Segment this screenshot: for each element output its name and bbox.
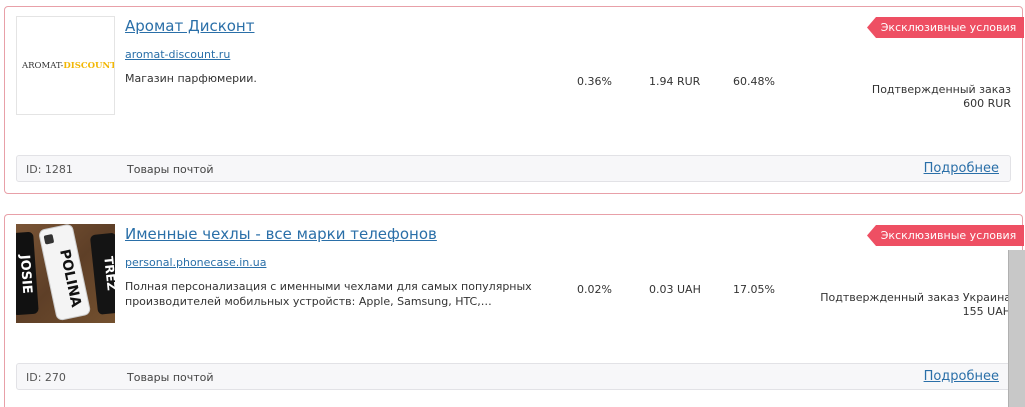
offer-logo[interactable]: AROMAT-DISCOUNT: [16, 16, 115, 115]
epc-value: 1.94 RUR: [649, 75, 701, 88]
offer-card: JOSIE POLINA TREZ Именные чехлы - все ма…: [4, 214, 1024, 407]
offer-footer: ID: 1281 Товары почтой Подробнее: [16, 155, 1011, 182]
approval-rate: 60.48%: [733, 75, 775, 88]
exclusive-badge: Эксклюзивные условия: [867, 225, 1024, 246]
payout-action: Подтвержденный заказ: [871, 83, 1011, 96]
offer-title-link[interactable]: Именные чехлы - все марки телефонов: [125, 225, 437, 243]
payout-amount: 600 RUR: [963, 97, 1011, 110]
offer-category: Товары почтой: [127, 163, 214, 176]
offer-category: Товары почтой: [127, 371, 214, 384]
conversion-rate: 0.02%: [577, 283, 612, 296]
details-link[interactable]: Подробнее: [924, 161, 999, 176]
case-text-left: JOSIE: [17, 253, 35, 294]
offer-card: AROMAT-DISCOUNT Аромат Дисконт aromat-di…: [4, 6, 1024, 194]
epc-value: 0.03 UAH: [649, 283, 701, 296]
payout-action: Подтвержденный заказ Украина: [820, 291, 1011, 304]
offer-description: Магазин парфюмерии.: [125, 72, 257, 85]
payout-info: Подтвержденный заказ Украина 155 UAH: [820, 291, 1011, 319]
payout-amount: 155 UAH: [962, 305, 1011, 318]
offer-title-link[interactable]: Аромат Дисконт: [125, 17, 254, 35]
aromat-discount-logo: AROMAT-DISCOUNT: [17, 17, 114, 114]
offer-id: ID: 270: [26, 371, 66, 384]
offer-description: Полная персонализация с именными чехлами…: [125, 280, 532, 308]
offer-footer: ID: 270 Товары почтой Подробнее: [16, 363, 1011, 390]
exclusive-badge: Эксклюзивные условия: [867, 17, 1024, 38]
offer-domain-link[interactable]: personal.phonecase.in.ua: [125, 256, 266, 269]
details-link[interactable]: Подробнее: [924, 369, 999, 384]
phone-cases-image: JOSIE POLINA TREZ: [16, 224, 115, 323]
payout-info: Подтвержденный заказ 600 RUR: [872, 83, 1011, 111]
offer-logo[interactable]: JOSIE POLINA TREZ: [16, 224, 115, 323]
scrollbar[interactable]: [1008, 250, 1025, 407]
logo-text-dark: AROMAT-DISCOUNT: [21, 61, 114, 71]
offer-id: ID: 1281: [26, 163, 73, 176]
approval-rate: 17.05%: [733, 283, 775, 296]
conversion-rate: 0.36%: [577, 75, 612, 88]
offer-domain-link[interactable]: aromat-discount.ru: [125, 48, 230, 61]
